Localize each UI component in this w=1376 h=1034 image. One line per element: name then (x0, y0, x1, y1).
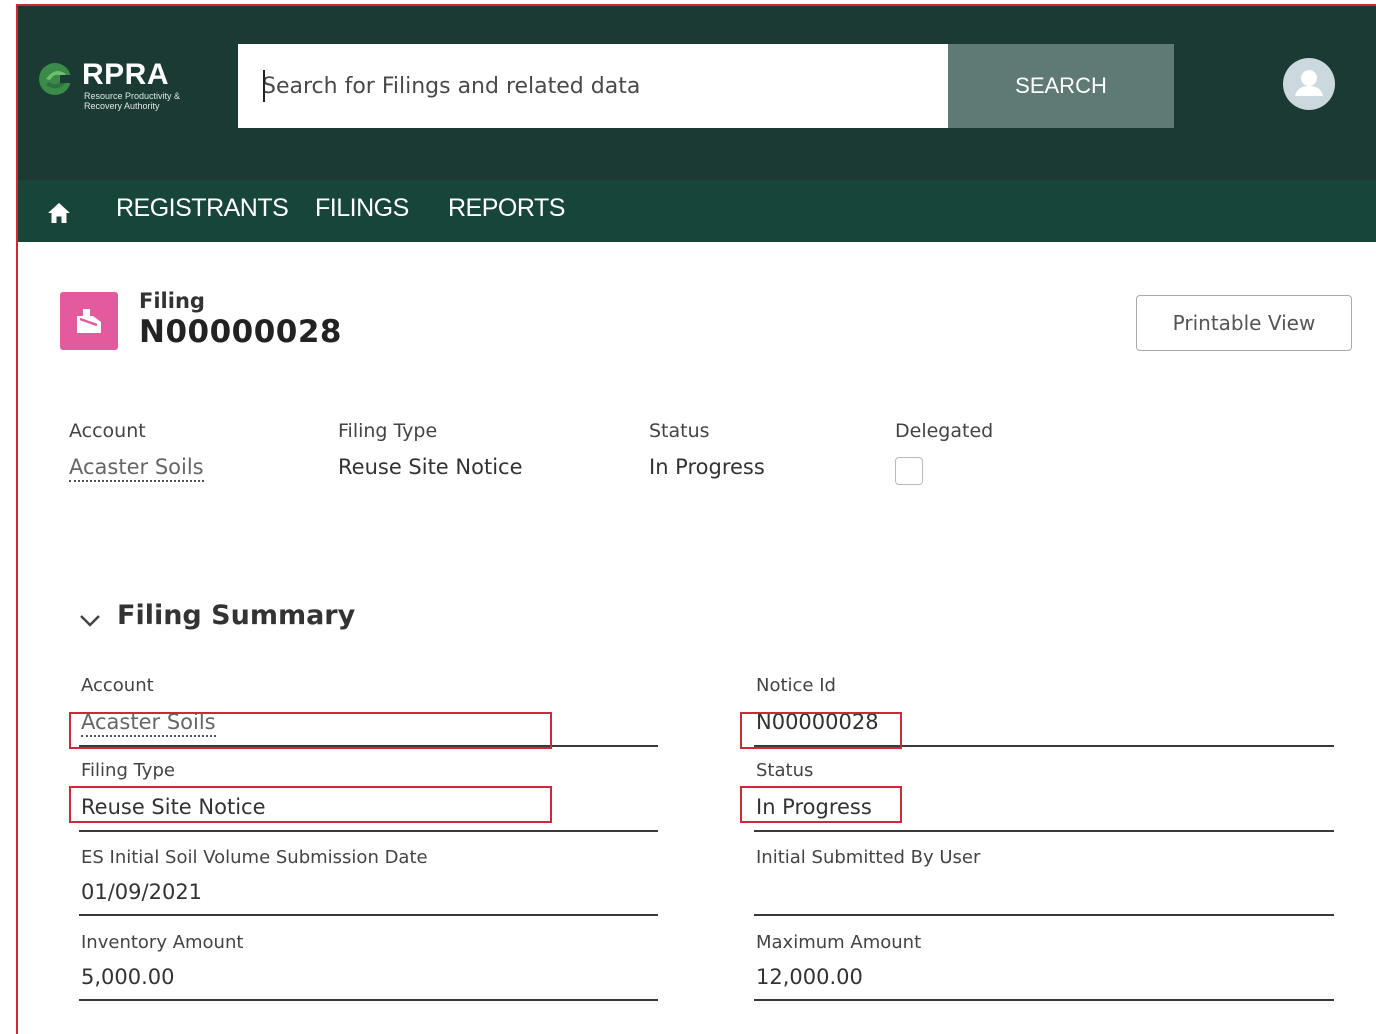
field-divider (79, 999, 658, 1001)
field-divider (754, 999, 1334, 1001)
record-name: N00000028 (139, 314, 343, 350)
chevron-down-icon[interactable] (78, 608, 102, 632)
field-es-date-label: ES Initial Soil Volume Submission Date (81, 847, 428, 868)
home-icon[interactable] (46, 200, 72, 226)
user-icon (1295, 70, 1323, 96)
annotation-box-notice-id (740, 712, 902, 749)
filing-record-icon (60, 292, 118, 350)
highlight-account-value[interactable]: Acaster Soils (69, 455, 204, 482)
brand-name: RPRA (82, 58, 170, 91)
highlight-account-label: Account (69, 420, 146, 442)
field-es-date-value: 01/09/2021 (81, 880, 203, 904)
nav-item-registrants[interactable]: REGISTRANTS (116, 194, 289, 228)
nav-item-reports[interactable]: REPORTS (448, 194, 565, 228)
field-status-label: Status (756, 760, 814, 781)
annotation-box-status (740, 786, 902, 823)
field-divider (79, 914, 658, 916)
user-avatar[interactable] (1283, 58, 1335, 110)
record-type-label: Filing (139, 289, 205, 313)
field-inventory-amount-label: Inventory Amount (81, 932, 244, 953)
field-filing-type-label: Filing Type (81, 760, 175, 781)
field-divider (754, 830, 1334, 832)
field-initial-user-label: Initial Submitted By User (756, 847, 981, 868)
field-notice-id-label: Notice Id (756, 675, 836, 696)
search-input[interactable] (238, 44, 948, 128)
field-divider (754, 914, 1334, 916)
field-account-label: Account (81, 675, 154, 696)
brand-subtitle: Resource Productivity & Recovery Authori… (84, 91, 181, 111)
annotation-box-account (69, 712, 552, 749)
section-title-filing-summary[interactable]: Filing Summary (117, 600, 355, 631)
highlight-filing-type-label: Filing Type (338, 420, 438, 442)
highlight-delegated-label: Delegated (895, 420, 994, 442)
printable-view-button[interactable]: Printable View (1136, 295, 1352, 351)
highlight-status-label: Status (649, 420, 710, 442)
delegated-checkbox[interactable] (895, 457, 923, 485)
field-maximum-amount-value: 12,000.00 (756, 965, 863, 989)
annotation-box-filing-type (69, 786, 552, 823)
search-button[interactable]: SEARCH (948, 44, 1174, 128)
rpra-logo[interactable]: RPRA Resource Productivity & Recovery Au… (36, 58, 206, 118)
search-box (238, 44, 948, 128)
text-caret (263, 70, 265, 102)
field-divider (79, 830, 658, 832)
field-inventory-amount-value: 5,000.00 (81, 965, 175, 989)
field-maximum-amount-label: Maximum Amount (756, 932, 922, 953)
rpra-logo-mark-icon (39, 63, 72, 95)
nav-item-filings[interactable]: FILINGS (315, 194, 409, 228)
highlight-filing-type-value: Reuse Site Notice (338, 455, 523, 479)
highlight-status-value: In Progress (649, 455, 765, 479)
highlight-account-link[interactable]: Acaster Soils (69, 455, 204, 482)
